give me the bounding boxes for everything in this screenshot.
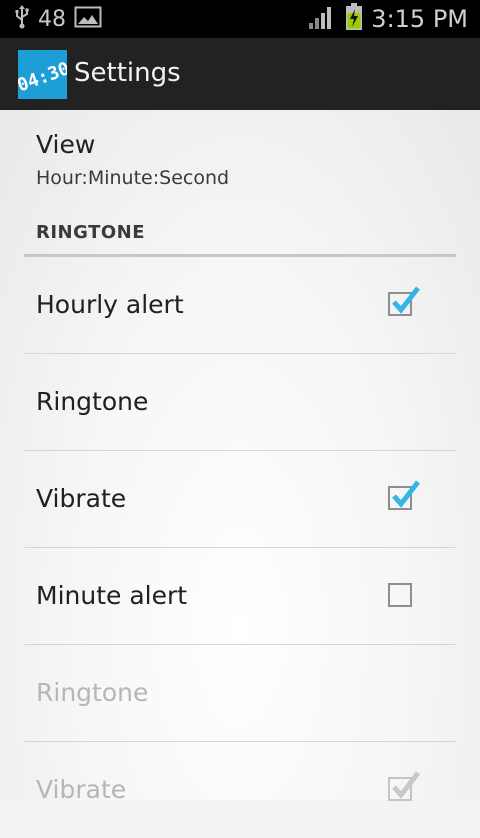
- hourly-alert-checkbox[interactable]: [388, 286, 420, 316]
- checkmark-icon: [392, 286, 420, 314]
- page-title: Settings: [74, 58, 181, 88]
- minute-ringtone-preference: Ringtone: [24, 645, 456, 742]
- hourly-alert-label: Hourly alert: [36, 290, 184, 319]
- signal-icon: [307, 4, 337, 34]
- status-time: 3:15 PM: [371, 5, 468, 33]
- hourly-alert-preference[interactable]: Hourly alert: [24, 257, 456, 354]
- checkmark-icon: [392, 480, 420, 508]
- minute-ringtone-label: Ringtone: [36, 678, 149, 707]
- view-preference-title: View: [36, 130, 96, 159]
- minute-alert-label: Minute alert: [36, 581, 188, 610]
- minute-alert-checkbox[interactable]: [388, 583, 412, 607]
- notification-count: 48: [38, 6, 66, 32]
- minute-vibrate-checkbox: [388, 771, 420, 801]
- category-label: RINGTONE: [36, 222, 146, 243]
- vibrate-label: Vibrate: [36, 484, 127, 513]
- action-bar: 04:30 Settings: [0, 38, 480, 112]
- minute-vibrate-preference: Vibrate: [24, 742, 456, 838]
- ringtone-preference[interactable]: Ringtone: [24, 354, 456, 451]
- usb-icon: [14, 5, 30, 33]
- clock-app-icon[interactable]: 04:30: [14, 50, 73, 99]
- image-icon: [74, 5, 102, 33]
- vibrate-checkbox[interactable]: [388, 480, 420, 510]
- view-preference-summary: Hour:Minute:Second: [36, 167, 230, 189]
- category-header-ringtone: RINGTONE: [24, 220, 456, 257]
- status-bar: 48 3:15 PM: [0, 0, 480, 38]
- status-bar-right: 3:15 PM: [307, 3, 468, 35]
- vibrate-preference[interactable]: Vibrate: [24, 451, 456, 548]
- settings-list: View Hour:Minute:Second RINGTONE Hourly …: [0, 110, 480, 804]
- battery-charging-icon: [345, 3, 363, 35]
- ringtone-label: Ringtone: [36, 387, 149, 416]
- minute-vibrate-label: Vibrate: [36, 775, 127, 804]
- status-bar-left: 48: [14, 4, 102, 34]
- minute-alert-preference[interactable]: Minute alert: [24, 548, 456, 645]
- view-preference[interactable]: View Hour:Minute:Second: [36, 130, 229, 189]
- checkmark-icon: [392, 771, 420, 799]
